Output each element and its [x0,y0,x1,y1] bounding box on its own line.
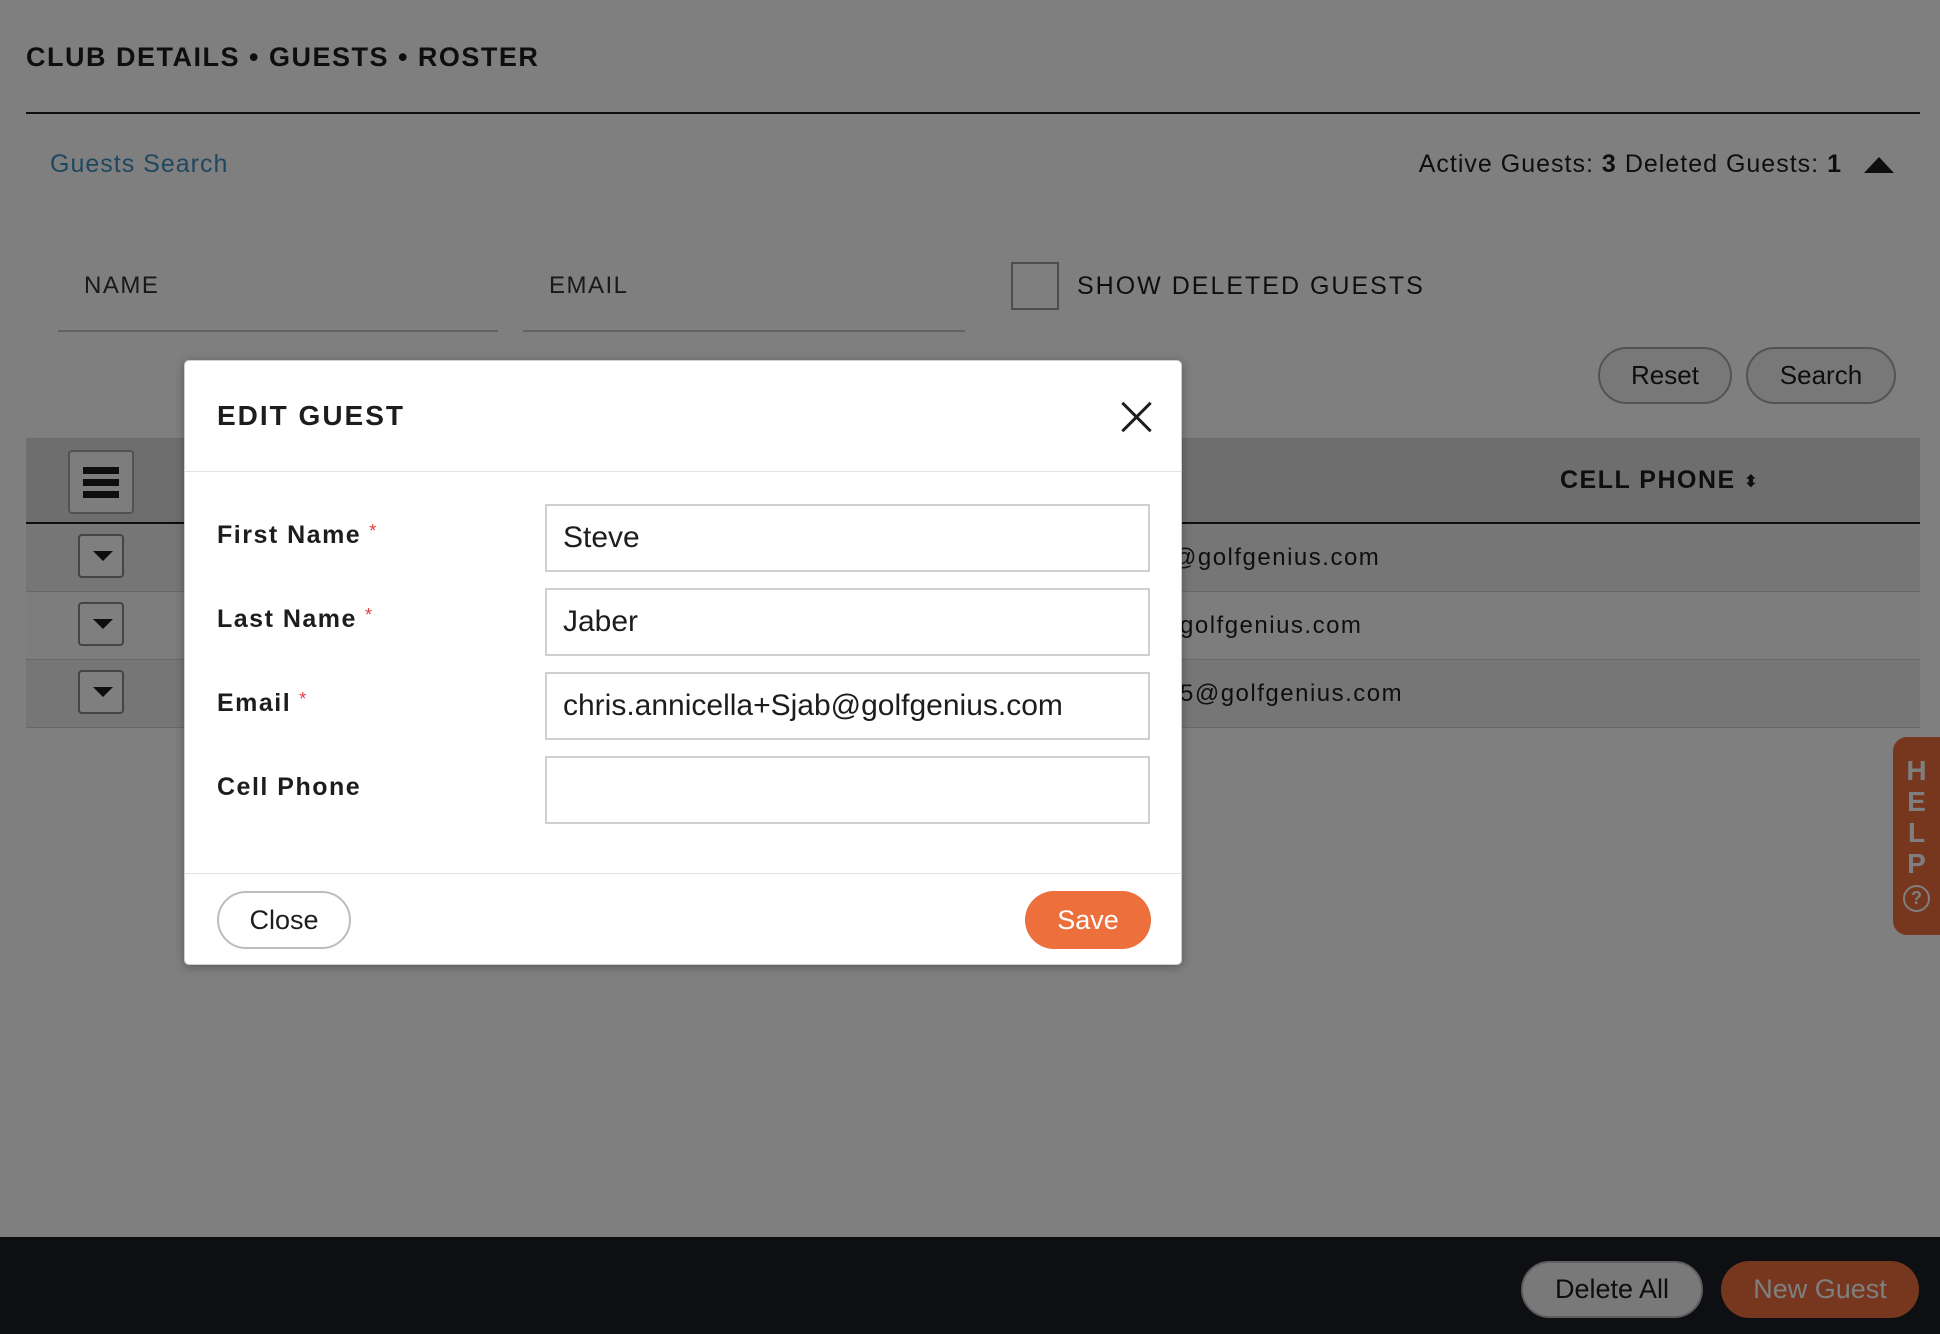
first-name-field[interactable] [545,504,1150,572]
cell-phone-label: Cell Phone [217,773,362,801]
dialog-footer: Close Save [185,873,1181,966]
last-name-label: Last Name * [217,605,374,633]
close-button[interactable]: Close [217,891,351,949]
dialog-title: EDIT GUEST [217,400,406,431]
save-button[interactable]: Save [1025,891,1151,949]
cell-phone-field[interactable] [545,756,1150,824]
first-name-label: First Name * [217,521,378,549]
last-name-field[interactable] [545,588,1150,656]
edit-guest-dialog: EDIT GUEST First Name* Last Name* Email*… [184,360,1182,965]
dialog-header: EDIT GUEST [185,361,1181,472]
email-label: Email * [217,689,308,717]
email-field[interactable] [545,672,1150,740]
required-marker: * [364,605,374,625]
close-icon[interactable] [1119,399,1155,435]
required-marker: * [369,521,378,541]
required-marker: * [299,689,308,709]
